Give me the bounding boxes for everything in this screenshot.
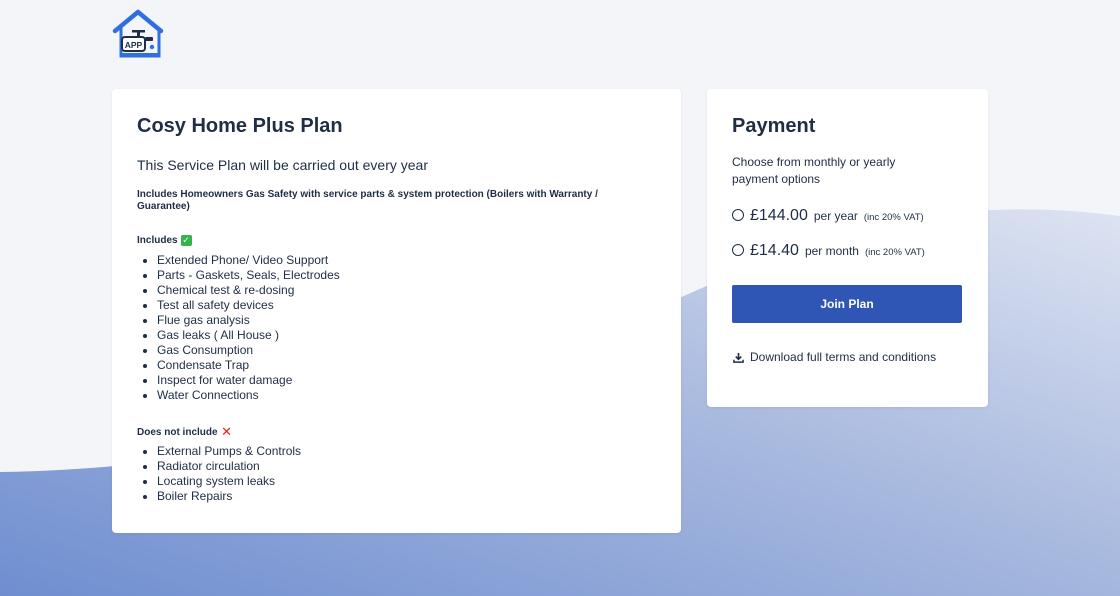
excludes-list: External Pumps & Controls Radiator circu… — [139, 444, 301, 504]
plan-card: Cosy Home Plus Plan This Service Plan wi… — [112, 89, 681, 533]
logo-text: APP — [125, 40, 143, 50]
list-item: Flue gas analysis — [157, 313, 340, 328]
includes-heading: Includes ✓ — [137, 235, 192, 246]
excludes-heading-label: Does not include — [137, 426, 218, 438]
option-period: per year — [813, 209, 858, 223]
list-item: Gas Consumption — [157, 343, 340, 358]
house-tap-icon: APP — [112, 9, 164, 58]
includes-list: Extended Phone/ Video Support Parts - Ga… — [139, 253, 340, 403]
option-price: £14.40 — [750, 242, 799, 259]
list-item: External Pumps & Controls — [157, 444, 301, 459]
list-item: Gas leaks ( All House ) — [157, 328, 340, 343]
list-item: Water Connections — [157, 388, 340, 403]
list-item: Condensate Trap — [157, 358, 340, 373]
plan-frequency: This Service Plan will be carried out ev… — [137, 157, 429, 173]
list-item: Radiator circulation — [157, 459, 301, 474]
list-item: Parts - Gaskets, Seals, Electrodes — [157, 268, 340, 283]
list-item: Test all safety devices — [157, 298, 340, 313]
join-plan-button[interactable]: Join Plan — [732, 285, 962, 323]
cross-icon: ✕ — [221, 424, 233, 439]
plan-includes-note: Includes Homeowners Gas Safety with serv… — [137, 189, 598, 212]
payment-title: Payment — [732, 115, 816, 137]
list-item: Extended Phone/ Video Support — [157, 253, 340, 268]
list-item: Inspect for water damage — [157, 373, 340, 388]
option-period: per month — [804, 244, 859, 258]
excludes-heading: Does not include ✕ — [137, 424, 233, 439]
option-price: £144.00 — [750, 207, 808, 224]
list-item: Locating system leaks — [157, 474, 301, 489]
download-terms-link[interactable]: Download full terms and conditions — [733, 350, 936, 364]
option-vat: (inc 20% VAT) — [864, 247, 925, 258]
list-item: Chemical test & re-dosing — [157, 283, 340, 298]
radio-button[interactable] — [732, 244, 744, 256]
payment-description: Choose from monthly or yearly payment op… — [732, 155, 896, 186]
payment-option-monthly[interactable]: £14.40 per month (inc 20% VAT) — [732, 242, 925, 260]
radio-button[interactable] — [732, 209, 744, 221]
payment-card: Payment Choose from monthly or yearly pa… — [707, 89, 988, 407]
plan-title: Cosy Home Plus Plan — [137, 115, 343, 137]
app-logo[interactable]: APP — [111, 9, 165, 59]
download-terms-label: Download full terms and conditions — [750, 350, 937, 364]
includes-heading-label: Includes — [137, 235, 178, 246]
option-vat: (inc 20% VAT) — [863, 212, 924, 223]
payment-option-yearly[interactable]: £144.00 per year (inc 20% VAT) — [732, 207, 924, 225]
check-icon: ✓ — [180, 235, 192, 246]
download-icon — [733, 352, 744, 363]
list-item: Boiler Repairs — [157, 489, 301, 504]
